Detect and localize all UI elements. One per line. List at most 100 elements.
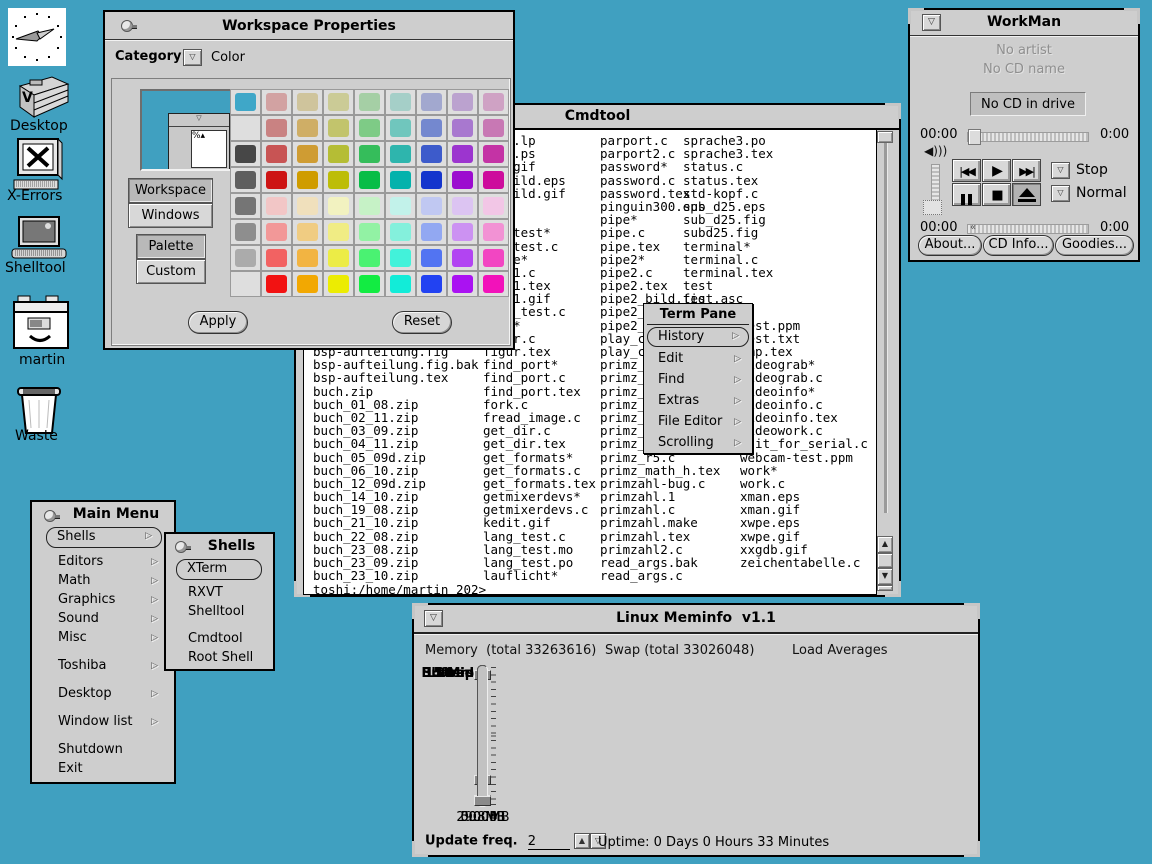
window-menu-icon[interactable]: ▽ (922, 14, 941, 31)
menu-item-shells[interactable]: Shells ▷ (46, 527, 162, 548)
color-swatch[interactable] (230, 245, 261, 271)
custom-toggle-button[interactable]: Custom (136, 259, 206, 284)
color-swatch[interactable] (416, 141, 447, 167)
resize-corner[interactable] (964, 603, 980, 619)
play-mode-dropdown-icon[interactable]: ▽ (1051, 185, 1070, 202)
color-swatch[interactable] (230, 89, 261, 115)
palette-toggle-button[interactable]: Palette (136, 234, 206, 259)
color-swatch[interactable] (292, 115, 323, 141)
workspace-toggle-button[interactable]: Workspace (128, 178, 213, 203)
color-swatch[interactable] (354, 219, 385, 245)
color-swatch[interactable] (354, 89, 385, 115)
color-swatch[interactable] (447, 167, 478, 193)
goodies-button[interactable]: Goodies... (1055, 235, 1134, 256)
color-swatch[interactable] (292, 193, 323, 219)
shelltool-icon[interactable] (10, 216, 70, 266)
color-swatch[interactable] (447, 141, 478, 167)
update-freq-field[interactable]: 2 (528, 834, 570, 850)
scrollbar-anchor-bottom[interactable] (877, 585, 893, 591)
stop-button[interactable]: ■ (982, 183, 1011, 206)
color-swatch[interactable] (354, 115, 385, 141)
menu-item[interactable]: Scrolling ▷ (644, 435, 752, 456)
menu-item[interactable]: Edit ▷ (644, 351, 752, 372)
menu-item[interactable]: Editors ▷ (32, 554, 174, 573)
menu-item[interactable]: Exit (32, 761, 174, 780)
martin-printer-icon[interactable] (10, 294, 72, 356)
color-swatch[interactable] (354, 271, 385, 297)
color-swatch[interactable] (261, 245, 292, 271)
apply-button[interactable]: Apply (188, 311, 248, 334)
color-swatch[interactable] (323, 141, 354, 167)
color-swatch[interactable] (416, 115, 447, 141)
color-swatch[interactable] (230, 193, 261, 219)
color-swatch[interactable] (323, 245, 354, 271)
color-swatch[interactable] (478, 115, 509, 141)
color-swatch[interactable] (385, 167, 416, 193)
color-swatch[interactable] (447, 193, 478, 219)
color-swatch[interactable] (385, 193, 416, 219)
cd-info-button[interactable]: CD Info... (983, 235, 1054, 256)
desktop-icon[interactable]: V (8, 74, 70, 124)
menu-item[interactable]: Toshiba ▷ (32, 658, 174, 677)
windows-toggle-button[interactable]: Windows (128, 203, 213, 228)
color-swatch[interactable] (478, 167, 509, 193)
color-swatch[interactable] (447, 245, 478, 271)
color-swatch[interactable] (230, 115, 261, 141)
color-swatch[interactable] (416, 271, 447, 297)
menu-item[interactable]: Cmdtool (166, 631, 273, 650)
color-swatch[interactable] (292, 167, 323, 193)
color-swatch[interactable] (478, 89, 509, 115)
menu-item[interactable]: File Editor ▷ (644, 414, 752, 435)
menu-item[interactable]: Extras ▷ (644, 393, 752, 414)
menu-item[interactable]: Window list ▷ (32, 714, 174, 733)
menu-item[interactable]: RXVT (166, 585, 273, 604)
color-swatch[interactable] (478, 271, 509, 297)
color-swatch[interactable] (447, 115, 478, 141)
color-swatch[interactable] (447, 271, 478, 297)
category-dropdown-icon[interactable]: ▽ (183, 49, 202, 66)
color-swatch[interactable] (323, 219, 354, 245)
color-swatch[interactable] (354, 167, 385, 193)
menu-item[interactable]: Desktop ▷ (32, 686, 174, 705)
color-swatch[interactable] (230, 219, 261, 245)
menu-item[interactable]: Misc ▷ (32, 630, 174, 649)
track-position-slider[interactable] (967, 132, 1089, 142)
scroll-down-icon[interactable]: ▼ (877, 568, 893, 585)
color-swatch[interactable] (385, 219, 416, 245)
color-swatch[interactable] (416, 219, 447, 245)
color-swatch[interactable] (261, 193, 292, 219)
color-swatch[interactable] (323, 193, 354, 219)
pushpin-icon[interactable] (44, 509, 60, 523)
color-swatch[interactable] (261, 115, 292, 141)
scroll-up-icon[interactable]: ▲ (877, 536, 893, 553)
color-swatch[interactable] (447, 89, 478, 115)
color-swatch[interactable] (230, 141, 261, 167)
color-swatch[interactable] (323, 89, 354, 115)
menu-item[interactable]: Root Shell (166, 650, 273, 669)
menu-item-history[interactable]: History ▷ (647, 327, 749, 347)
next-track-button[interactable]: ▶▶| (1012, 159, 1041, 182)
color-swatch[interactable] (385, 115, 416, 141)
scrollbar[interactable]: ▲ ▼ (877, 129, 894, 591)
volume-slider-thumb[interactable] (923, 200, 942, 215)
color-swatch[interactable] (354, 141, 385, 167)
color-swatch[interactable] (478, 219, 509, 245)
pushpin-icon[interactable] (121, 19, 137, 33)
color-swatch[interactable] (478, 245, 509, 271)
color-swatch[interactable] (478, 193, 509, 219)
about-button[interactable]: About... (918, 235, 982, 256)
menu-item-xterm[interactable]: XTerm (176, 559, 262, 580)
color-swatch[interactable] (261, 89, 292, 115)
color-swatch[interactable] (261, 271, 292, 297)
color-swatch[interactable] (292, 271, 323, 297)
color-swatch[interactable] (447, 219, 478, 245)
color-swatch[interactable] (478, 141, 509, 167)
volume-slider[interactable] (931, 164, 940, 204)
color-swatch[interactable] (354, 193, 385, 219)
resize-corner[interactable] (1124, 8, 1140, 24)
menu-item[interactable]: Math ▷ (32, 573, 174, 592)
color-swatch[interactable] (292, 141, 323, 167)
color-swatch[interactable] (385, 141, 416, 167)
color-swatch[interactable] (323, 167, 354, 193)
color-swatch[interactable] (261, 219, 292, 245)
